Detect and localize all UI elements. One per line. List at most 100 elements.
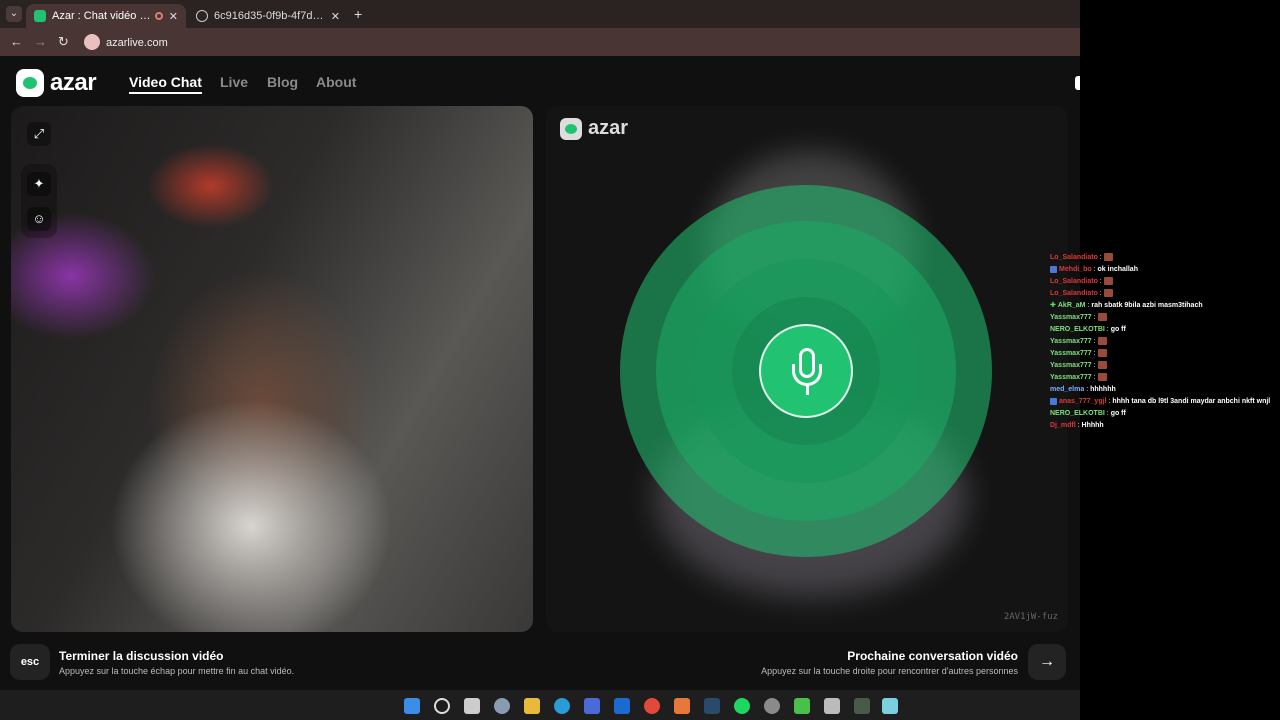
azar-favicon [34, 10, 46, 22]
chat-username: AkR_aM [1057, 302, 1086, 309]
chat-emote-icon [1097, 361, 1107, 370]
nav-video-chat[interactable]: Video Chat [129, 74, 202, 94]
chat-username: Lo_Salandiato [1050, 254, 1098, 261]
recording-icon [154, 12, 163, 20]
chat-emote-icon [1097, 337, 1107, 346]
close-tab-icon[interactable]: ✕ [169, 10, 178, 23]
chat-message: Lo_Salandiato : [1050, 252, 1275, 264]
app-icon[interactable] [854, 698, 870, 714]
remote-video-panel: azar 2AV1jW-fuz [546, 106, 1068, 632]
chat-message: Yassmax777 : [1050, 312, 1275, 324]
remote-brand-name: azar [588, 117, 629, 139]
chat-message: NERO_ELKOTBI : go ff [1050, 410, 1126, 417]
chat-message: Yassmax777 : [1050, 336, 1275, 348]
chat-username: Yassmax777 [1050, 362, 1092, 369]
site-info-icon[interactable] [84, 34, 100, 50]
chat-message: Yassmax777 : [1050, 360, 1275, 372]
chat-message: anas_777_ygjl : hhhh tana db l9tl 3andi … [1050, 396, 1275, 408]
end-chat-subtitle: Appuyez sur la touche échap pour mettre … [59, 666, 295, 676]
chat-username: Mehdi_bo [1059, 266, 1092, 273]
outlook-icon[interactable] [614, 698, 630, 714]
close-tab-icon[interactable]: ✕ [331, 10, 340, 23]
chat-emote-icon [1097, 349, 1107, 358]
streaming-app-icon[interactable] [794, 698, 810, 714]
edge-icon[interactable] [554, 698, 570, 714]
nav-live[interactable]: Live [220, 74, 248, 90]
file-explorer-icon[interactable] [524, 698, 540, 714]
chat-badge-icon [1050, 397, 1057, 405]
chat-text: go ff [1110, 410, 1126, 417]
chat-emote-icon [1097, 373, 1107, 382]
chat-message: Yassmax777 : [1050, 372, 1275, 384]
chat-emote-icon [1097, 313, 1107, 322]
app-icon[interactable] [824, 698, 840, 714]
chat-controls: esc Terminer la discussion vidéo Appuyez… [0, 642, 1080, 690]
nav-blog[interactable]: Blog [267, 74, 298, 90]
chat-message: ✚ AkR_aM : rah sbatk 9bila azbi masm3tiha… [1050, 302, 1203, 309]
chat-username: Dj_mdfl [1050, 422, 1076, 429]
new-tab-button[interactable]: + [354, 6, 362, 22]
face-filter-icon[interactable]: ☺ [27, 207, 51, 231]
chat-badge-icon [1050, 265, 1057, 273]
expand-icon[interactable]: ⤢ [27, 122, 51, 146]
chat-username: Yassmax777 [1050, 350, 1092, 357]
chat-message: Yassmax777 : [1050, 348, 1275, 360]
notepad-icon[interactable] [882, 698, 898, 714]
azar-logo-icon[interactable] [16, 69, 44, 97]
chrome-icon[interactable] [644, 698, 660, 714]
tab-title: Azar : Chat vidéo avec de n [52, 10, 151, 22]
spotify-icon[interactable] [734, 698, 750, 714]
local-video-feed: ⤢ ✦ ☺ [11, 106, 533, 632]
next-chat-subtitle: Appuyez sur la touche droite pour rencon… [761, 666, 1018, 676]
chat-message: med_elma : hhhhhh [1050, 386, 1116, 393]
windows-start-icon[interactable] [404, 698, 420, 714]
microphone-button[interactable] [759, 324, 853, 418]
chat-message: NERO_ELKOTBI : go ff [1050, 326, 1126, 333]
chat-username: anas_777_ygjl [1059, 398, 1107, 405]
app-icon[interactable] [674, 698, 690, 714]
tab-search-button[interactable]: ⌄ [6, 6, 22, 22]
chat-text: hhhhhh [1090, 386, 1116, 393]
store-icon[interactable] [584, 698, 600, 714]
tab-second[interactable]: 6c916d35-0f9b-4f7d-985b-c4b ✕ [188, 4, 348, 28]
settings-icon[interactable] [494, 698, 510, 714]
back-button[interactable]: ← [10, 34, 23, 49]
brand-name[interactable]: azar [50, 69, 97, 97]
azar-logo-icon [560, 118, 582, 140]
chat-text: go ff [1110, 326, 1126, 333]
scroll-edge-indicator [1075, 76, 1080, 90]
url-field[interactable]: azarlive.com [106, 37, 168, 49]
forward-button[interactable]: → [34, 34, 47, 49]
chat-message: Lo_Salandiato : [1050, 276, 1275, 288]
end-chat-title: Terminer la discussion vidéo [59, 649, 224, 663]
chat-text: ok inchallah [1097, 266, 1138, 273]
tab-azar[interactable]: Azar : Chat vidéo avec de n ✕ [26, 4, 186, 28]
chat-emote-icon [1103, 253, 1113, 262]
chat-username: Yassmax777 [1050, 374, 1092, 381]
task-view-icon[interactable] [464, 698, 480, 714]
chat-text: Hhhhh [1081, 422, 1104, 429]
chat-username: NERO_ELKOTBI [1050, 410, 1105, 417]
next-chat-title: Prochaine conversation vidéo [847, 649, 1018, 663]
search-icon[interactable] [434, 698, 450, 714]
chat-username: Yassmax777 [1050, 314, 1092, 321]
browser-tab-bar: ⌄ Azar : Chat vidéo avec de n ✕ 6c916d35… [0, 0, 1080, 28]
globe-icon [196, 10, 208, 22]
steam-icon[interactable] [704, 698, 720, 714]
reload-button[interactable]: ↻ [58, 34, 69, 50]
sparkle-icon[interactable]: ✦ [27, 172, 51, 196]
chat-text: hhhh tana db l9tl 3andi maydar anbchi nk… [1112, 398, 1271, 405]
nav-about[interactable]: About [316, 74, 356, 90]
chat-emote-icon [1103, 277, 1113, 286]
esc-button[interactable]: esc [10, 644, 50, 680]
chat-message: Lo_Salandiato : [1050, 288, 1275, 300]
chat-username: Lo_Salandiato [1050, 290, 1098, 297]
chat-username: Lo_Salandiato [1050, 278, 1098, 285]
app-icon[interactable] [764, 698, 780, 714]
stream-chat-overlay: Lo_Salandiato : Mehdi_bo : ok inchallah L… [1050, 252, 1275, 432]
chat-plus-icon: ✚ [1050, 302, 1056, 309]
azar-page: azar Video Chat Live Blog About ⤢ ✦ ☺ az… [0, 56, 1080, 690]
next-button[interactable]: → [1028, 644, 1066, 680]
chat-username: NERO_ELKOTBI [1050, 326, 1105, 333]
chat-username: med_elma [1050, 386, 1085, 393]
